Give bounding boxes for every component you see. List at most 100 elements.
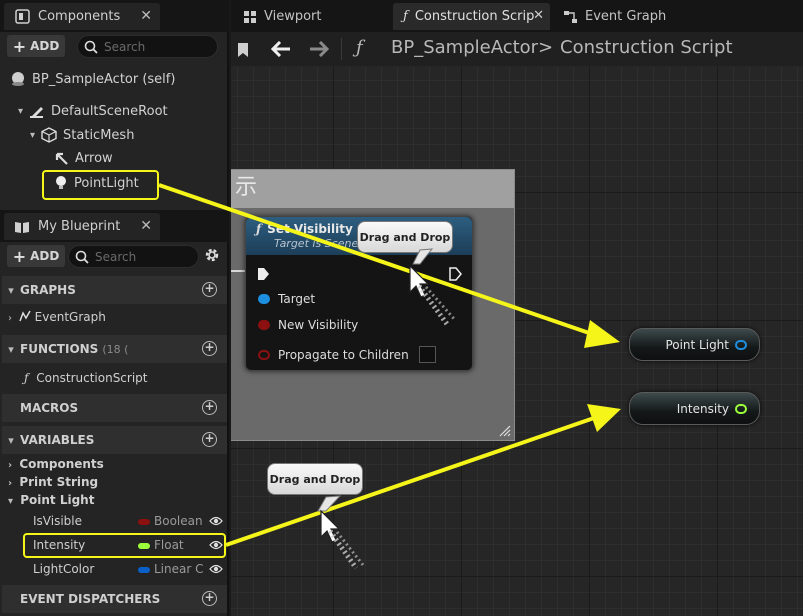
myblueprint-search-input[interactable]: Search [68,245,199,268]
section-graphs[interactable]: ▾ GRAPHS + [2,276,227,304]
add-label: ADD [30,249,60,263]
close-icon[interactable]: ✕ [533,8,544,23]
components-tab[interactable]: Components ✕ [4,3,160,30]
tooltip-text: Drag and Drop [359,230,451,244]
bookmark-icon[interactable] [237,42,249,58]
section-functions[interactable]: ▾ FUNCTIONS (18 ( + [2,335,227,363]
components-toolbar: + ADD Search [0,32,229,60]
function-icon: ƒ [403,9,408,24]
variable-row-lightcolor[interactable]: LightColor Linear C [2,559,227,581]
eye-icon[interactable] [209,563,223,575]
graph-item-eventgraph[interactable]: › EventGraph [8,310,106,324]
pin-label: New Visibility [278,318,359,332]
node-title-text: Set Visibility [267,222,353,236]
chevron-down-icon: ▾ [8,283,14,297]
components-tab-label: Components [38,9,121,24]
chevron-right-icon: › [8,313,12,324]
graph-canvas[interactable]: 示 ƒ Set Visibility Target is Scene Target… [231,66,803,616]
exec-wire [231,270,245,272]
myblueprint-toolbar: + ADD Search [0,242,229,270]
add-member-button[interactable]: + ADD [7,245,65,267]
component-arrow[interactable]: Arrow [54,151,113,166]
components-search-input[interactable]: Search [77,35,218,58]
graph-item-label: EventGraph [34,310,106,324]
output-pin[interactable] [735,403,747,414]
arrow-icon [55,152,68,165]
add-macro-icon[interactable]: + [202,400,217,415]
component-defaultsceneroot[interactable]: ▾ DefaultSceneRoot [18,103,168,119]
variable-category-print-string[interactable]: › Print String [8,475,98,489]
section-event-dispatchers[interactable]: EVENT DISPATCHERS + [2,585,227,613]
variable-type-pill [138,519,150,525]
comment-title[interactable]: 示 [231,170,514,208]
component-label: StaticMesh [63,127,135,143]
breadcrumb-blueprint[interactable]: BP_SampleActor [391,37,538,58]
pin-new-visibility[interactable]: New Visibility [258,318,358,332]
forward-arrow-icon[interactable] [309,41,329,57]
search-placeholder: Search [95,249,137,264]
resize-grip-icon[interactable] [499,425,511,437]
section-variables-label: VARIABLES [20,433,95,447]
output-pin[interactable] [735,339,747,350]
tooltip-text: Drag and Drop [269,472,361,486]
pin-dot [258,320,270,330]
var-node-label: Point Light [665,337,729,352]
variable-row-isvisible[interactable]: IsVisible Boolean [2,511,227,533]
components-tabbar: Components ✕ [0,0,229,32]
tab-viewport[interactable]: Viewport [241,3,389,30]
actor-icon [12,72,24,86]
exec-in-pin[interactable] [257,267,270,281]
exec-out-pin[interactable] [449,267,462,281]
pin-label: Target [278,292,316,306]
close-icon[interactable]: ✕ [140,218,152,234]
add-dispatcher-icon[interactable]: + [202,591,217,606]
section-graphs-label: GRAPHS [20,283,76,297]
pin-propagate[interactable]: Propagate to Children [258,346,436,363]
variable-category-components[interactable]: › Components [8,457,104,471]
viewport-icon [244,10,256,23]
cube-icon [41,127,57,143]
tab-label: Viewport [264,9,322,24]
variable-category-point-light[interactable]: ▾ Point Light [8,493,94,507]
graph-toolbar: ƒ BP_SampleActor > Construction Script [231,32,803,66]
plus-icon: + [12,36,27,56]
breadcrumb-graph[interactable]: Construction Script [560,37,733,58]
drag-drop-tooltip: Drag and Drop [267,463,363,495]
pin-target[interactable]: Target [258,292,315,306]
chevron-down-icon: ▾ [8,342,14,356]
propagate-checkbox[interactable] [418,346,436,363]
functions-count: (18 ( [102,342,129,356]
tab-construction-script[interactable]: ƒ Construction Scrip ✕ [393,3,550,30]
variable-type: Linear C [154,562,204,576]
chevron-right-icon: › [8,478,13,489]
add-function-icon[interactable]: + [202,341,217,356]
chevron-down-icon: ▾ [30,129,36,141]
plus-icon: + [12,246,27,266]
function-item-constructionscript[interactable]: ƒ ConstructionScript [24,371,148,385]
section-variables[interactable]: ▾ VARIABLES + [2,426,227,454]
add-variable-icon[interactable]: + [202,432,217,447]
intensity-variable-node[interactable]: Intensity [629,392,760,425]
tab-label: Construction Scrip [414,9,535,24]
close-icon[interactable]: ✕ [140,8,152,24]
section-macros[interactable]: MACROS + [2,394,227,422]
intensity-highlight [23,533,226,558]
myblueprint-tab[interactable]: My Blueprint ✕ [4,213,160,240]
back-arrow-icon[interactable] [271,41,291,57]
add-graph-icon[interactable]: + [202,282,217,297]
section-functions-label: FUNCTIONS [20,342,99,356]
add-component-button[interactable]: + ADD [7,35,65,57]
breadcrumb-separator: > [538,37,554,58]
tab-label: Event Graph [585,9,667,24]
component-staticmesh[interactable]: ▾ StaticMesh [30,127,134,143]
editor-tabbar: Viewport ƒ Construction Scrip ✕ Event Gr… [231,0,803,32]
pointlight-variable-node[interactable]: Point Light [629,328,760,361]
search-placeholder: Search [104,39,146,54]
eye-icon[interactable] [209,515,223,527]
component-label: Arrow [75,151,113,166]
chevron-right-icon: › [8,460,13,471]
gear-icon[interactable] [203,246,221,264]
component-root-self[interactable]: BP_SampleActor (self) [10,71,175,87]
tab-event-graph[interactable]: Event Graph [563,3,703,30]
left-panel: Components ✕ + ADD Search BP_SampleActor… [0,0,229,616]
